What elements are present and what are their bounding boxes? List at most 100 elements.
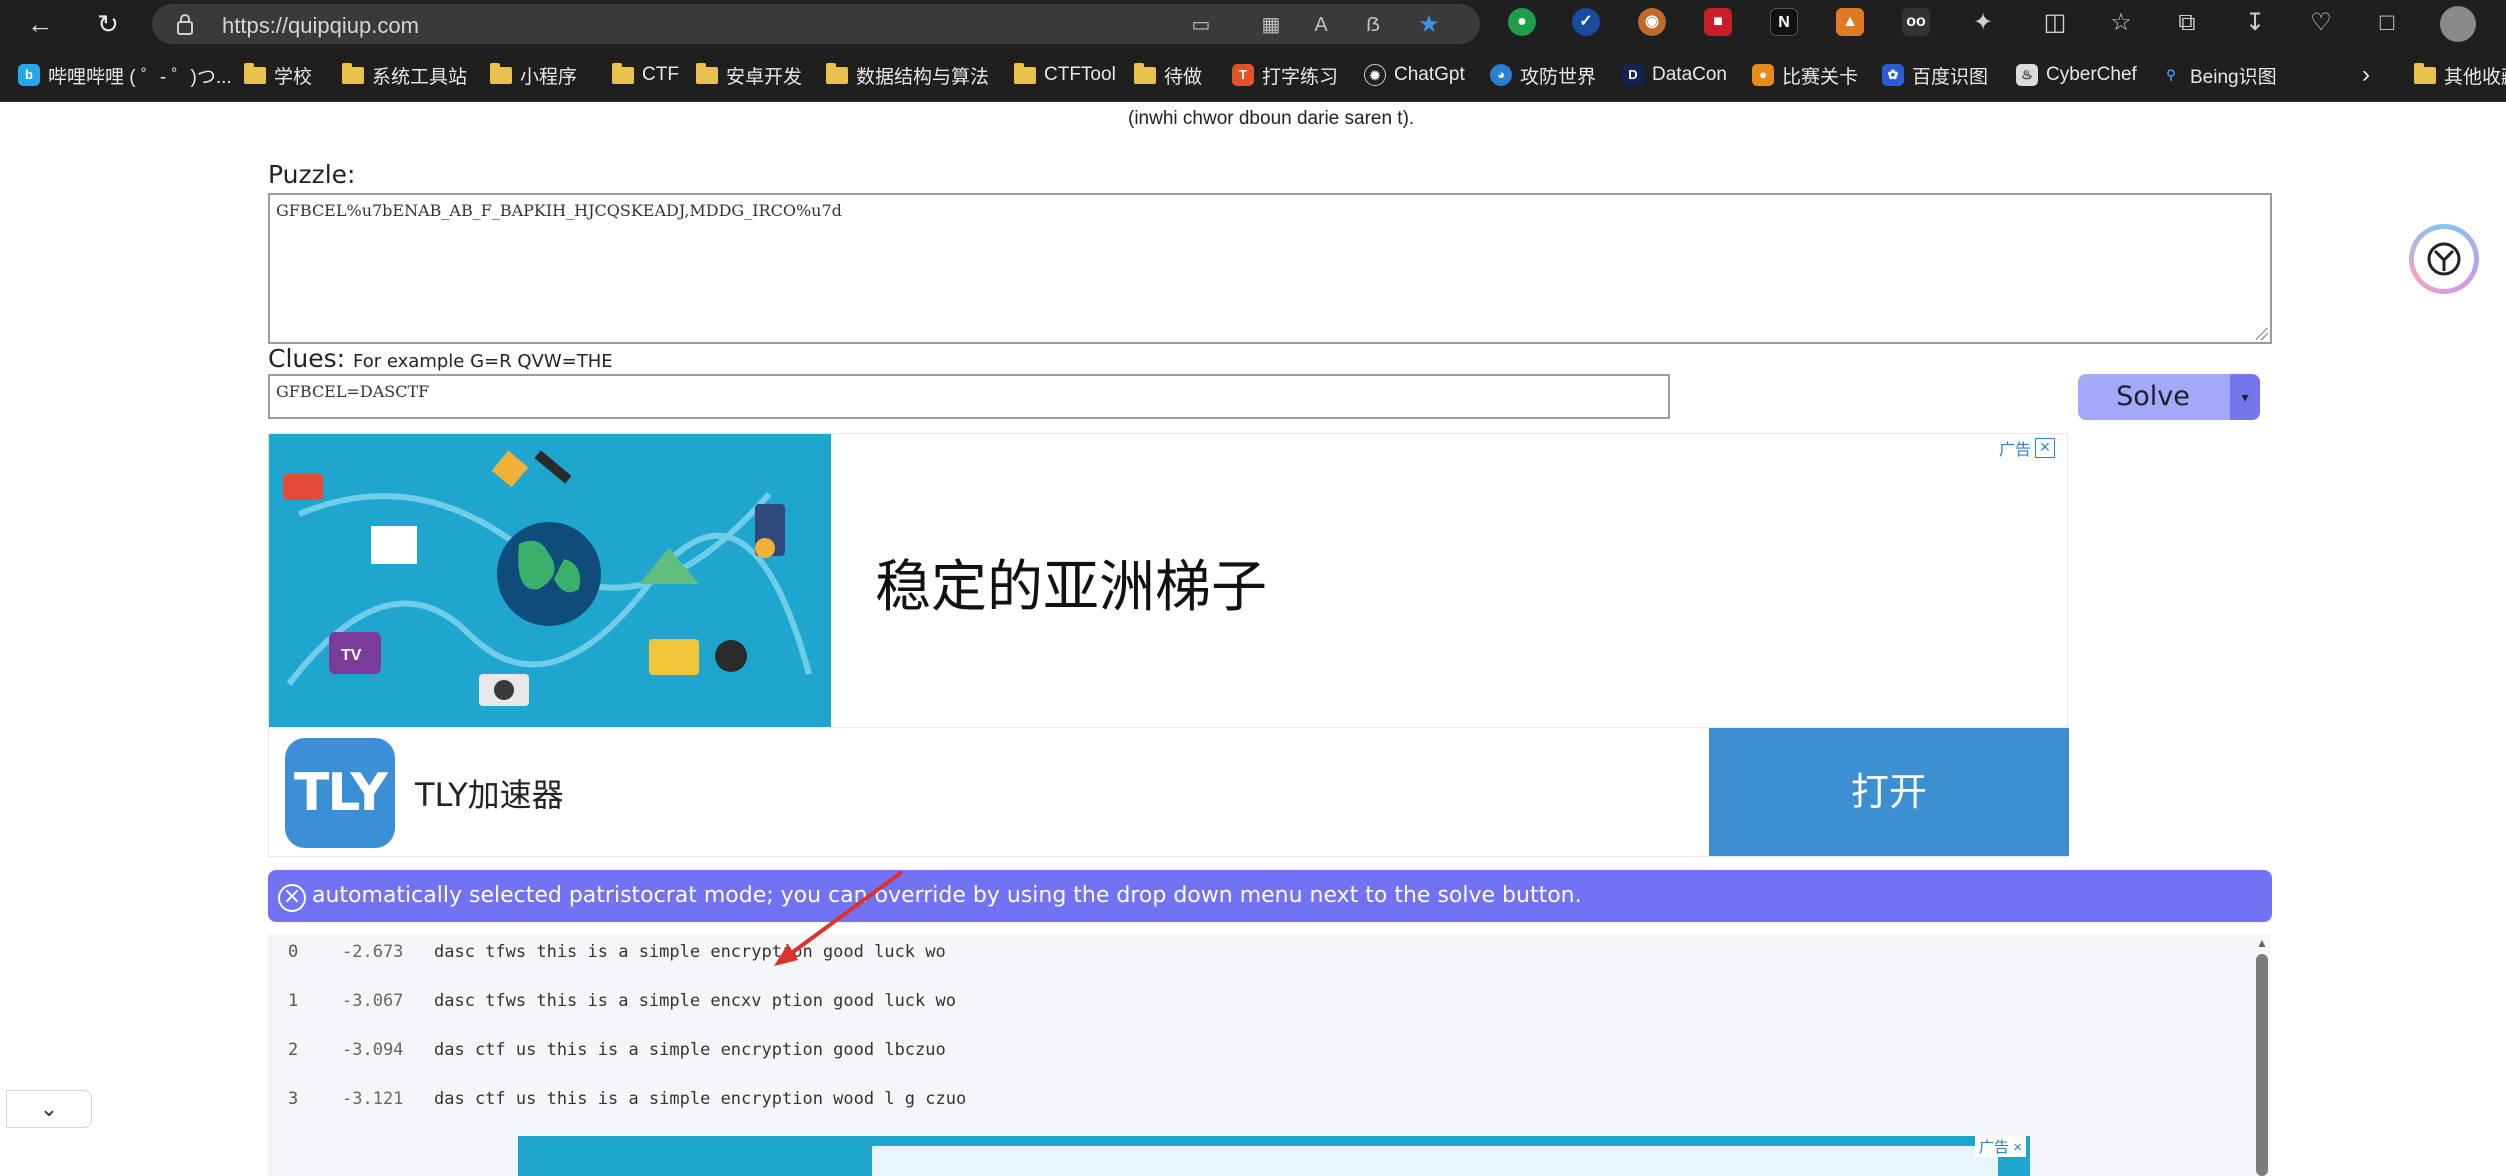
results-scrollbar[interactable] (2256, 954, 2268, 1176)
ad-open-button[interactable]: 打开 (1709, 728, 2069, 856)
result-row[interactable]: 1 -3.067 dasc tfws this is a simple encx… (268, 991, 2248, 1021)
metamask-icon[interactable]: ▲ (1836, 8, 1864, 36)
app-available-icon[interactable]: ▭ (1188, 12, 1214, 38)
bookmark-datacon[interactable]: D DataCon (1622, 60, 1727, 90)
ad-close-icon[interactable]: × (2035, 438, 2055, 458)
clues-label-row: Clues: For example G=R QVW=THE (268, 344, 613, 373)
bookmark-cyberchef[interactable]: ♨ CyberChef (2016, 60, 2137, 90)
solve-button[interactable]: Solve (2078, 374, 2228, 420)
back-icon[interactable]: ← (22, 6, 58, 42)
result-row[interactable]: 2 -3.094 das ctf us this is a simple enc… (268, 1040, 2248, 1070)
bookmark-being[interactable]: ⚲ Being识图 (2160, 60, 2276, 90)
ad-title: 稳定的亚洲梯子 (875, 555, 1267, 620)
bookmark-folder-other[interactable]: 其他收藏 (2414, 60, 2506, 90)
bookmark-label: 比赛关卡 (1782, 66, 1859, 88)
result-text: das ctf us this is a simple encryption g… (434, 1040, 946, 1060)
bookmark-label: DataCon (1652, 64, 1727, 85)
bookmark-adworld[interactable]: ◕ 攻防世界 (1490, 60, 1596, 90)
extensions-puzzle-icon[interactable]: ✦ (1968, 8, 1998, 38)
extension-n-icon[interactable]: N (1770, 8, 1798, 36)
ad-footer: TLY TLY加速器 打开 (269, 727, 2069, 857)
puzzle-textarea[interactable]: GFBCEL%u7bENAB_AB_F_BAPKIH_HJCQSKEADJ,MD… (268, 193, 2272, 344)
chevron-down-icon[interactable]: ⌄ (6, 1090, 92, 1128)
advertisement[interactable]: TV 稳定的亚洲梯子 广告 × TLY TLY加速器 打开 (268, 433, 2069, 857)
extension-glasses-icon[interactable]: oo (1902, 8, 1930, 36)
result-score: -2.673 (342, 942, 404, 962)
favorite-star-icon[interactable]: ★ (1416, 12, 1442, 38)
apps-icon[interactable]: ▦ (1258, 12, 1284, 38)
bookmark-contest[interactable]: ● 比赛关卡 (1752, 60, 1858, 90)
folder-icon (342, 62, 364, 84)
extension-check-icon[interactable]: ✓ (1572, 8, 1600, 36)
bookmark-baidu[interactable]: ✿ 百度识图 (1882, 60, 1988, 90)
bookmark-label: 数据结构与算法 (856, 66, 990, 88)
puzzle-label: Puzzle: (268, 160, 356, 189)
performance-icon[interactable]: ♡ (2306, 8, 2336, 38)
chatgpt-icon: ✹ (1364, 64, 1386, 86)
bilibili-icon: b (18, 64, 40, 86)
mode-notice: × automatically selected patristocrat mo… (268, 870, 2272, 922)
typing-icon: T (1232, 64, 1254, 86)
globe-icon: ◕ (1490, 64, 1512, 86)
result-row[interactable]: 3 -3.121 das ctf us this is a simple enc… (268, 1089, 2248, 1119)
result-row[interactable]: 0 -2.673 dasc tfws this is a simple encr… (268, 942, 2248, 972)
favorites-icon[interactable]: ☆ (2106, 8, 2136, 38)
bottom-advertisement[interactable]: 广告 × (518, 1136, 2030, 1176)
datacon-icon: D (1622, 64, 1644, 86)
bookmark-folder-ctftool[interactable]: CTFTool (1014, 60, 1116, 90)
result-index: 0 (288, 942, 299, 962)
bookmark-chatgpt[interactable]: ✹ ChatGpt (1364, 60, 1465, 90)
ad-flag: 广告 × (1999, 436, 2055, 460)
assistant-float-icon[interactable] (2409, 224, 2479, 294)
bookmark-label: ChatGpt (1394, 64, 1465, 85)
address-bar[interactable]: https://quipqiup.com ▭ ▦ A ẞ ★ (152, 4, 1480, 44)
profile-avatar-icon[interactable] (2440, 6, 2476, 42)
bookmark-label: 哔哩哔哩 ( ゜- ゜)つ... (48, 66, 232, 88)
search-icon: ⚲ (2166, 67, 2176, 82)
result-text: das ctf us this is a simple encryption w… (434, 1089, 967, 1109)
bookmark-folder-todo[interactable]: 待做 (1134, 60, 1202, 90)
split-screen-icon[interactable]: ◫ (2040, 8, 2070, 38)
bookmark-label: 小程序 (520, 66, 578, 88)
close-circle-icon[interactable]: × (278, 884, 306, 912)
screenshot-icon[interactable]: □ (2372, 8, 2402, 38)
bookmark-folder-ctf[interactable]: CTF (612, 60, 679, 90)
page-content: (inwhi chwor dboun darie saren t). Puzzl… (6, 102, 2506, 1176)
bottom-ad-flag[interactable]: 广告 × (1975, 1136, 2026, 1157)
resize-grip-icon[interactable] (2256, 328, 2268, 340)
folder-icon (490, 62, 512, 84)
solve-mode-dropdown[interactable]: ▾ (2230, 374, 2260, 420)
bottom-ad-panel (872, 1146, 1998, 1176)
scroll-up-icon[interactable]: ▲ (2256, 936, 2268, 950)
bookmark-bilibili[interactable]: b 哔哩哔哩 ( ゜- ゜)つ... (18, 60, 232, 90)
result-score: -3.121 (342, 1089, 404, 1109)
reload-icon[interactable]: ↻ (90, 6, 126, 42)
result-index: 2 (288, 1040, 299, 1060)
bookmark-label: CTF (642, 64, 679, 85)
bookmark-typing[interactable]: T 打字练习 (1232, 60, 1338, 90)
clues-hint: For example G=R QVW=THE (353, 351, 613, 372)
bookmark-folder-school[interactable]: 学校 (244, 60, 312, 90)
result-score: -3.094 (342, 1040, 404, 1060)
bookmark-folder-algorithms[interactable]: 数据结构与算法 (826, 60, 989, 90)
bookmark-label: 待做 (1164, 66, 1203, 88)
cookie-icon[interactable]: ◉ (1638, 8, 1666, 36)
extension-green-icon[interactable]: ● (1508, 8, 1536, 36)
read-aloud-icon[interactable]: A (1308, 12, 1334, 38)
collections-icon[interactable]: ⧉ (2172, 8, 2202, 38)
lock-icon (177, 14, 193, 35)
bookmark-folder-system-tools[interactable]: 系统工具站 (342, 60, 467, 90)
result-text: dasc tfws this is a simple encryption go… (434, 942, 946, 962)
translate-icon[interactable]: ẞ (1360, 12, 1386, 38)
bookmark-label: CyberChef (2046, 64, 2137, 85)
clues-input[interactable]: GFBCEL=DASCTF (268, 374, 1670, 419)
folder-icon (1014, 62, 1036, 84)
extension-red-icon[interactable]: ■ (1704, 8, 1732, 36)
downloads-icon[interactable]: ↧ (2240, 8, 2270, 38)
chevron-right-icon[interactable]: › (2362, 60, 2370, 90)
folder-icon (1134, 62, 1156, 84)
bookmark-folder-android[interactable]: 安卓开发 (696, 60, 802, 90)
bookmark-label: 学校 (274, 66, 313, 88)
folder-icon (826, 62, 848, 84)
bookmark-folder-miniprogram[interactable]: 小程序 (490, 60, 577, 90)
